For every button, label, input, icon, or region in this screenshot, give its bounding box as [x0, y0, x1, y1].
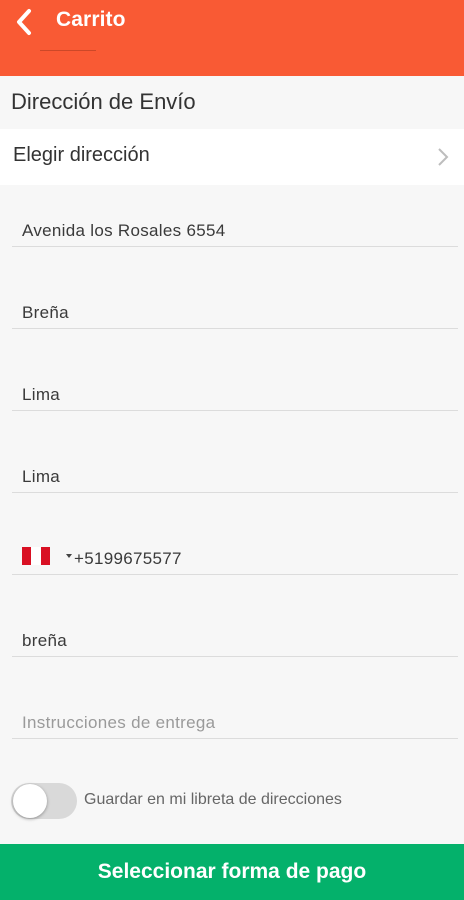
peru-flag-icon: [22, 547, 31, 565]
department-field[interactable]: [22, 467, 442, 487]
page-title: Carrito: [56, 8, 126, 31]
caret-down-icon[interactable]: [66, 554, 72, 558]
app-bar: Carrito: [0, 0, 464, 76]
province-field[interactable]: [22, 385, 442, 405]
section-title: Dirección de Envío: [11, 89, 196, 114]
save-address-label: Guardar en mi libreta de direcciones: [84, 791, 342, 808]
address-field[interactable]: [22, 221, 442, 241]
divider: [40, 50, 96, 51]
district-field-container: [12, 282, 458, 329]
province-field-container: [12, 364, 458, 411]
instructions-field-container: [12, 692, 458, 739]
phone-field-container: [12, 528, 458, 575]
chevron-left-icon: [17, 9, 31, 35]
choose-address-label: Elegir dirección: [13, 144, 150, 166]
select-payment-button[interactable]: Seleccionar forma de pago: [0, 844, 464, 900]
reference-field[interactable]: [22, 631, 442, 651]
department-field-container: [12, 446, 458, 493]
save-address-toggle[interactable]: [11, 780, 77, 822]
address-field-container: [12, 200, 458, 247]
toggle-knob: [13, 784, 47, 818]
back-button[interactable]: [6, 2, 42, 42]
delivery-instructions-field[interactable]: [22, 713, 442, 733]
phone-field[interactable]: [74, 549, 434, 569]
district-field[interactable]: [22, 303, 442, 323]
peru-flag-icon-white: [31, 547, 41, 565]
reference-field-container: [12, 610, 458, 657]
chevron-right-icon: [438, 148, 449, 166]
peru-flag-icon-red: [41, 547, 50, 565]
choose-address-row[interactable]: Elegir dirección: [0, 129, 464, 185]
country-flag-selector[interactable]: [22, 547, 50, 565]
